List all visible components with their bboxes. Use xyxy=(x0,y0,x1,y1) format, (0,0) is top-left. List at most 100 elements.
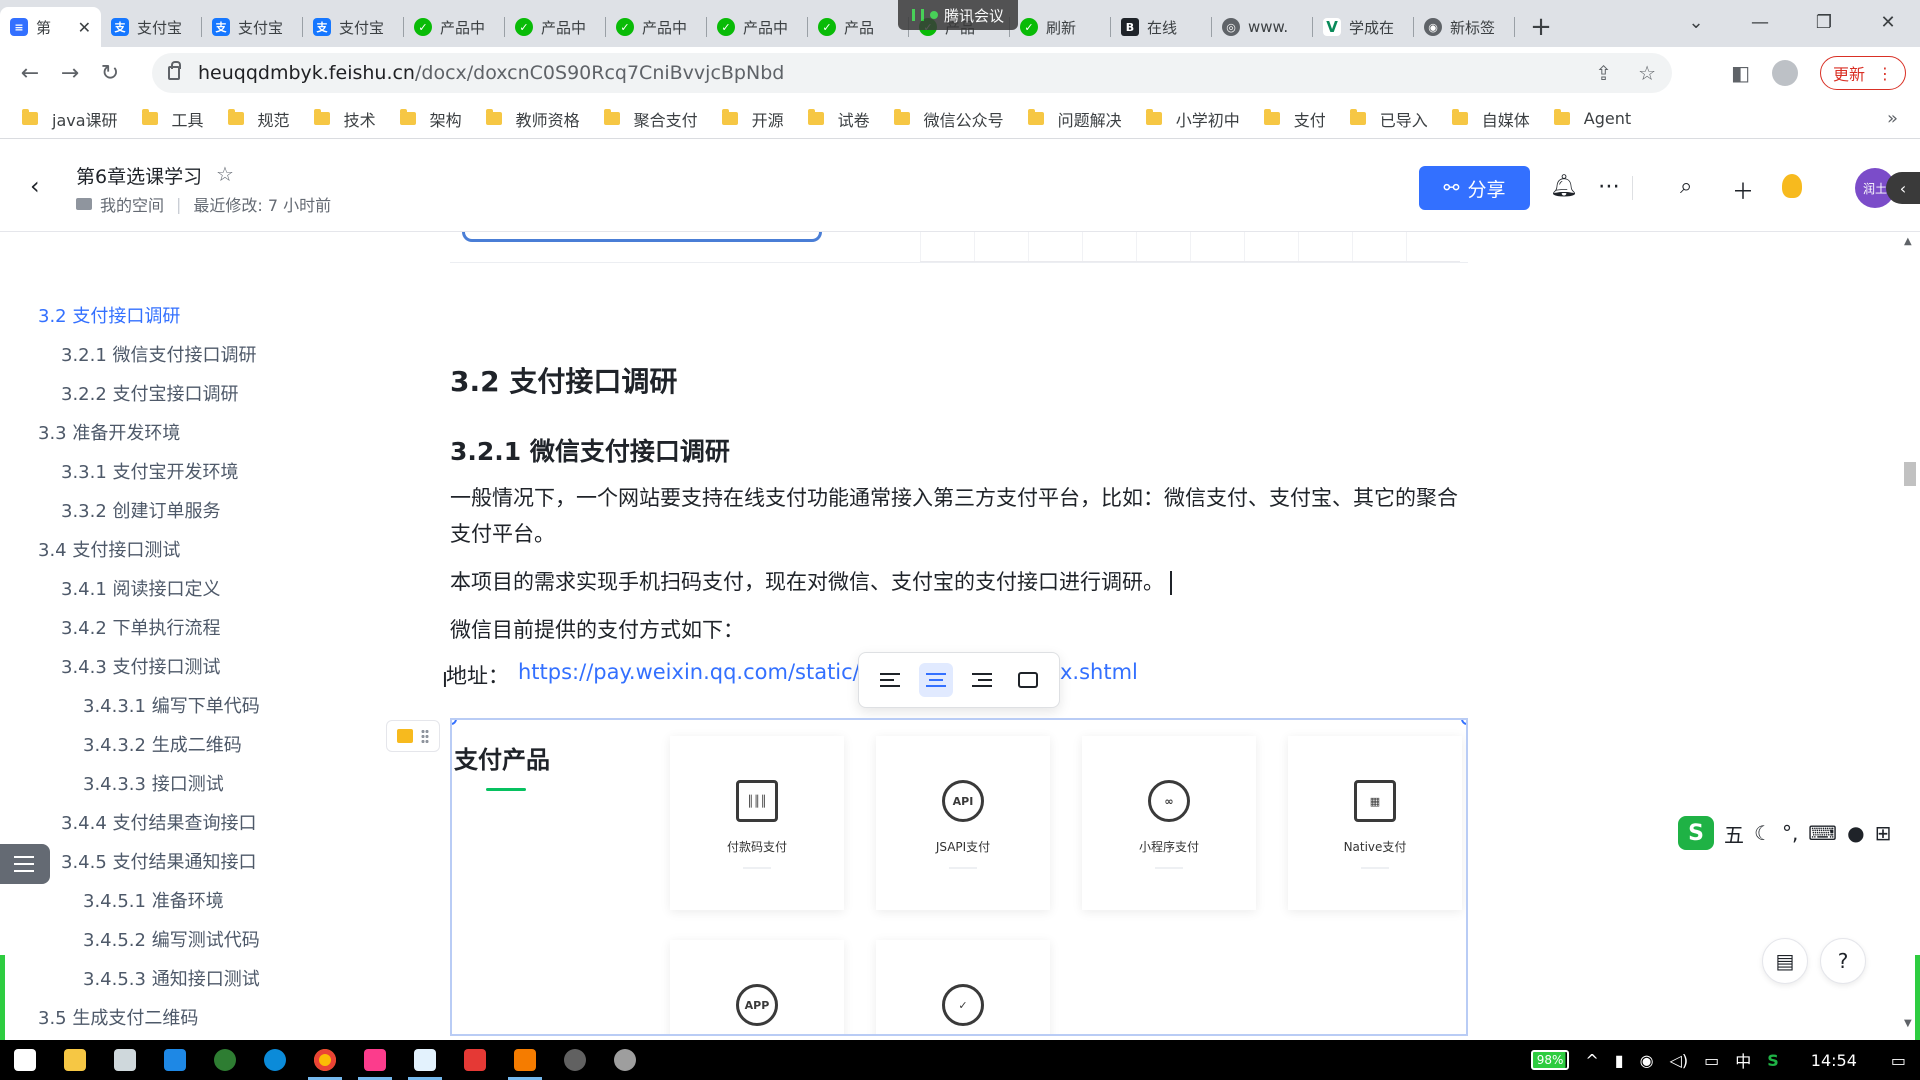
align-center-button[interactable] xyxy=(919,663,953,697)
toc-item[interactable]: 3.4.3.2 生成二维码 xyxy=(83,731,242,757)
bookmark-folder[interactable]: 自媒体 xyxy=(1451,107,1530,131)
taskbar-app[interactable] xyxy=(500,1040,550,1080)
resize-handle[interactable] xyxy=(1461,720,1466,725)
lock-icon[interactable] xyxy=(168,61,181,80)
bookmark-folder[interactable]: 工具 xyxy=(141,107,204,131)
new-tab-button[interactable]: + xyxy=(1521,7,1561,47)
bookmark-folder[interactable]: 规范 xyxy=(227,107,290,131)
favorite-star-icon[interactable]: ☆ xyxy=(216,162,234,186)
bookmark-folder[interactable]: 小学初中 xyxy=(1145,107,1240,131)
ime-mode[interactable]: 五 xyxy=(1724,819,1744,848)
microphone-icon[interactable]: ▮ xyxy=(1615,1051,1624,1070)
taskbar-app[interactable] xyxy=(150,1040,200,1080)
tab-feishu-doc[interactable]: ≡ 第 ✕ xyxy=(0,7,101,47)
toc-item[interactable]: 3.2 支付接口调研 xyxy=(38,302,180,328)
network-icon[interactable]: ◉ xyxy=(1640,1051,1654,1070)
moon-icon[interactable]: ☾ xyxy=(1754,821,1772,845)
forward-icon[interactable]: → xyxy=(50,61,90,86)
taskbar-app[interactable] xyxy=(50,1040,100,1080)
bookmark-folder[interactable]: java课研 xyxy=(22,107,118,131)
start-button[interactable] xyxy=(0,1040,50,1080)
bookmark-folder[interactable]: 教师资格 xyxy=(485,107,580,131)
meeting-badge[interactable]: 腾讯会议 xyxy=(898,0,1019,30)
punctuation-icon[interactable]: °, xyxy=(1782,821,1798,845)
notification-icon[interactable]: ▭ xyxy=(1891,1051,1906,1070)
help-button[interactable]: ? xyxy=(1820,938,1866,984)
toc-item[interactable]: 3.4.3.1 编写下单代码 xyxy=(83,692,260,718)
grid-icon[interactable]: ⊞ xyxy=(1875,821,1892,845)
chevron-right-icon[interactable]: » xyxy=(1887,108,1898,129)
chevron-up-icon[interactable]: ^ xyxy=(1585,1051,1598,1070)
paragraph-with-caret[interactable]: 本项目的需求实现手机扫码支付，现在对微信、支付宝的支付接口进行调研。 xyxy=(450,564,1460,600)
volume-icon[interactable]: ◁) xyxy=(1670,1051,1689,1070)
bookmark-folder[interactable]: 聚合支付 xyxy=(603,107,698,131)
outline-button[interactable]: ▤ xyxy=(1762,938,1808,984)
bookmark-folder[interactable]: 架构 xyxy=(399,107,462,131)
tab-wechat-product-2[interactable]: ✓ 产品中 xyxy=(505,7,606,47)
bookmark-folder[interactable]: 开源 xyxy=(721,107,784,131)
scroll-down-icon[interactable]: ▼ xyxy=(1904,1018,1912,1029)
page-scrollbar[interactable]: ▲ ▼ xyxy=(1900,232,1920,1036)
update-button[interactable]: 更新 ⋮ xyxy=(1819,56,1906,90)
more-icon[interactable]: ⋯ xyxy=(1598,174,1620,199)
tab-wechat-product-3[interactable]: ✓ 产品中 xyxy=(606,7,707,47)
tab-alipay-1[interactable]: 支支付宝 xyxy=(101,7,202,47)
reload-icon[interactable]: ↻ xyxy=(90,61,130,86)
bell-icon[interactable]: 🔔︎ xyxy=(1550,174,1578,199)
toc-item[interactable]: 3.4 支付接口测试 xyxy=(38,536,180,562)
search-icon[interactable]: ⌕ xyxy=(1680,174,1692,199)
sogou-ime-icon[interactable]: S xyxy=(1678,816,1714,850)
address-link-tail[interactable]: x.shtml xyxy=(1060,660,1138,684)
display-icon[interactable]: ▭ xyxy=(1704,1051,1719,1070)
bookmark-folder[interactable]: 微信公众号 xyxy=(893,107,1004,131)
clock[interactable]: 14:54 xyxy=(1811,1051,1857,1070)
bookmark-folder[interactable]: 问题解决 xyxy=(1027,107,1122,131)
taskbar-app[interactable] xyxy=(250,1040,300,1080)
close-icon[interactable]: ✕ xyxy=(72,18,91,37)
bookmark-folder[interactable]: 支付 xyxy=(1263,107,1326,131)
battery-indicator[interactable]: 98% xyxy=(1530,1050,1570,1070)
tab-wechat-product-4[interactable]: ✓ 产品中 xyxy=(707,7,808,47)
toc-item[interactable]: 3.4.2 下单执行流程 xyxy=(61,614,221,640)
toc-item[interactable]: 3.4.5.1 准备环境 xyxy=(83,887,224,913)
tab-new[interactable]: ◉ 新标签 xyxy=(1414,7,1515,47)
profile-avatar[interactable] xyxy=(1771,60,1798,86)
bookmark-folder[interactable]: Agent xyxy=(1553,109,1631,128)
toc-item[interactable]: 3.4.5.3 通知接口测试 xyxy=(83,965,260,991)
back-icon[interactable]: ← xyxy=(10,61,50,86)
chevron-left-icon[interactable]: ‹ xyxy=(1886,172,1920,204)
heading-3[interactable]: 3.2.1 微信支付接口调研 xyxy=(450,432,730,468)
comment-button[interactable] xyxy=(1011,663,1045,697)
taskbar-app[interactable] xyxy=(350,1040,400,1080)
lightbulb-icon[interactable] xyxy=(1782,174,1802,198)
keyboard-icon[interactable]: ⌨ xyxy=(1808,821,1837,845)
side-panel-icon[interactable]: ◧ xyxy=(1731,61,1750,85)
toc-item[interactable]: 3.3.1 支付宝开发环境 xyxy=(61,458,239,484)
toc-item[interactable]: 3.4.5.2 编写测试代码 xyxy=(83,926,260,952)
back-arrow-icon[interactable]: ‹ xyxy=(30,172,40,200)
minimize-icon[interactable]: — xyxy=(1728,12,1792,33)
tab-online[interactable]: B 在线 xyxy=(1111,7,1212,47)
address-bar[interactable]: heuqqdmbyk.feishu.cn/docx/doxcnC0S90Rcq7… xyxy=(152,53,1672,93)
restore-icon[interactable]: ❐ xyxy=(1792,12,1856,33)
address-link[interactable]: https://pay.weixin.qq.com/static/p xyxy=(518,660,873,684)
bookmark-folder[interactable]: 技术 xyxy=(313,107,376,131)
toc-item[interactable]: 3.4.5 支付结果通知接口 xyxy=(61,848,257,874)
taskbar-app[interactable] xyxy=(100,1040,150,1080)
toc-item[interactable]: 3.4.4 支付结果查询接口 xyxy=(61,809,257,835)
user-icon[interactable]: ● xyxy=(1847,821,1864,845)
tab-alipay-3[interactable]: 支支付宝 xyxy=(303,7,404,47)
share-page-icon[interactable]: ⇪ xyxy=(1595,61,1612,85)
toc-item[interactable]: 3.5 生成支付二维码 xyxy=(38,1004,198,1030)
taskbar-app[interactable] xyxy=(450,1040,500,1080)
tab-www[interactable]: ◎ www. xyxy=(1212,7,1313,47)
toc-item[interactable]: 3.4.3.3 接口测试 xyxy=(83,770,224,796)
taskbar-app[interactable] xyxy=(550,1040,600,1080)
space-link[interactable]: 我的空间 xyxy=(100,192,164,216)
bookmark-folder[interactable]: 已导入 xyxy=(1349,107,1428,131)
image-block[interactable]: 支付产品 ║║║ 付款码支付 API JSAPI支付 ∞ 小程序支付 ▦ Nat… xyxy=(450,718,1468,1036)
doc-title[interactable]: 第6章选课学习 xyxy=(76,162,202,189)
tab-xuecheng[interactable]: V 学成在 xyxy=(1313,7,1414,47)
tab-alipay-2[interactable]: 支支付宝 xyxy=(202,7,303,47)
tab-wechat-product-5[interactable]: ✓ 产品 xyxy=(808,7,909,47)
